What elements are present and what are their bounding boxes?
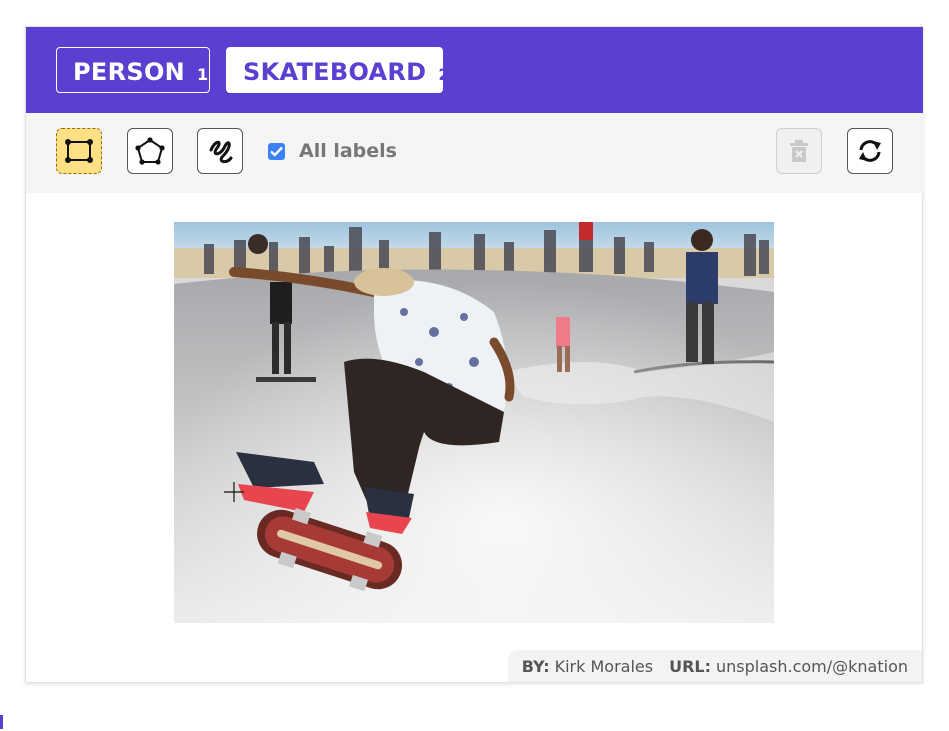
delete-button[interactable] — [776, 128, 822, 174]
delete-icon — [790, 140, 808, 162]
all-labels-checkbox[interactable] — [268, 143, 285, 160]
label-bar: PERSON 1 SKATEBOARD 2 — [26, 27, 923, 113]
annotation-image[interactable] — [174, 222, 774, 623]
reset-icon — [859, 140, 881, 162]
label-shortcut: 2 — [438, 65, 450, 84]
credit-url-label: URL: — [669, 656, 711, 676]
photo-credits: BY: Kirk Morales URL: unsplash.com/@knat… — [507, 650, 922, 682]
label-name: PERSON — [73, 58, 186, 86]
label-name: SKATEBOARD — [243, 58, 427, 86]
credit-by-label: BY: — [521, 656, 550, 676]
reset-button[interactable] — [847, 128, 893, 174]
polygon-icon — [135, 137, 165, 165]
label-shortcut: 1 — [197, 65, 209, 84]
bounding-box-icon — [65, 139, 93, 163]
polygon-tool-button[interactable] — [127, 128, 173, 174]
label-button-person[interactable]: PERSON 1 — [56, 47, 210, 93]
freehand-icon — [209, 140, 233, 164]
freehand-tool-button[interactable] — [197, 128, 243, 174]
label-button-skateboard[interactable]: SKATEBOARD 2 — [226, 47, 450, 93]
bounding-box-tool-button[interactable] — [56, 128, 102, 174]
annotation-card: PERSON 1 SKATEBOARD 2 All labels BY: Kir… — [25, 26, 923, 683]
skatepark-photo — [174, 222, 774, 623]
page-edge-marker — [0, 715, 3, 729]
checkmark-icon — [270, 146, 283, 157]
credit-url[interactable]: unsplash.com/@knation — [716, 657, 908, 676]
all-labels-label[interactable]: All labels — [299, 140, 397, 162]
toolbar: All labels — [26, 113, 923, 193]
credit-author: Kirk Morales — [554, 656, 654, 676]
